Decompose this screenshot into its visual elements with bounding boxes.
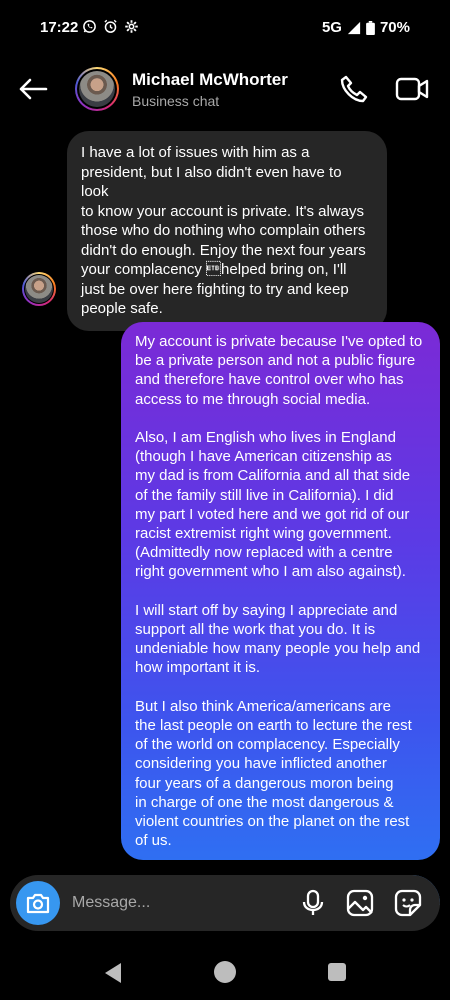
contact-avatar[interactable] [75,67,119,111]
microphone-icon[interactable] [300,889,326,917]
sender-avatar[interactable] [22,272,56,306]
alarm-icon [104,19,117,33]
camera-icon [26,893,50,914]
status-time: 17:22 [40,19,79,36]
signal-icon [347,21,361,34]
sticker-icon[interactable] [394,889,422,917]
message-composer [10,875,440,931]
nav-recents-button[interactable] [328,963,346,981]
chat-header: Michael McWhorter Business chat [0,56,450,122]
received-message-bubble[interactable]: I have a lot of issues with him as a pre… [67,131,387,331]
phone-icon[interactable] [338,73,370,105]
chat-type-label: Business chat [132,93,220,109]
gallery-icon[interactable] [346,889,374,917]
camera-button[interactable] [16,881,60,925]
system-nav-bar [0,945,450,1000]
battery-level: 70% [379,19,410,36]
nav-back-icon[interactable] [103,962,123,984]
sent-message-bubble[interactable]: My account is private because I've opted… [121,322,440,860]
contact-name[interactable]: Michael McWhorter [132,70,288,90]
status-notification-icons [82,19,139,34]
nav-home-button[interactable] [214,961,236,983]
sender-avatar-photo [25,275,53,303]
settings-icon [125,20,138,33]
video-camera-icon[interactable] [394,73,430,105]
message-input[interactable] [72,892,272,914]
status-bar: 17:22 5G 70% [0,0,450,56]
back-arrow-icon [19,78,48,100]
network-label: 5G [321,19,342,36]
whatsapp-icon [83,20,96,33]
battery-icon [366,20,375,35]
status-system-info: 5G 70% [322,19,410,36]
avatar-photo [79,71,115,107]
back-button[interactable] [16,72,50,106]
